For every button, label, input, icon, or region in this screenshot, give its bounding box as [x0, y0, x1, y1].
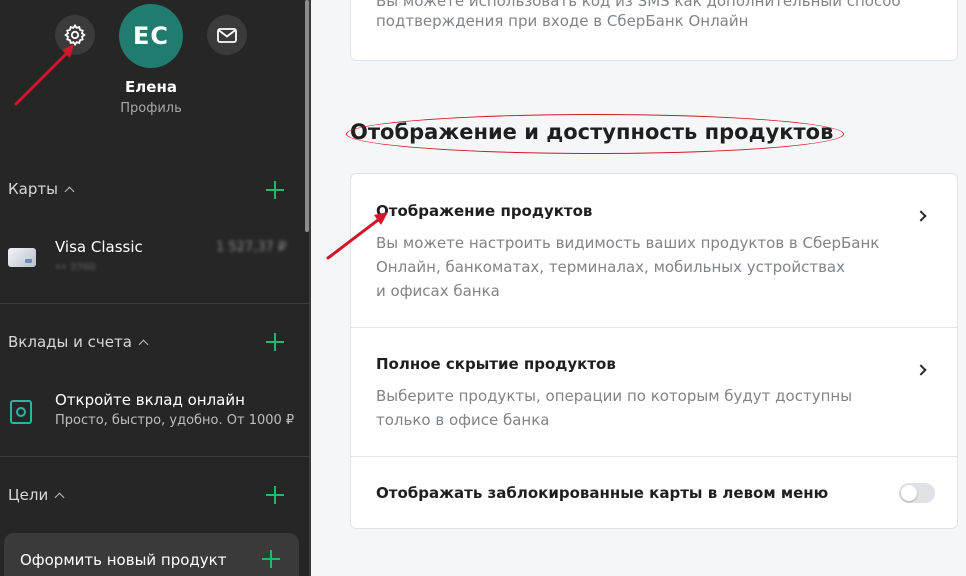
product-display-desc-line-2: Онлайн, банкоматах, терминалах, мобильны…: [376, 258, 845, 276]
sms-login-panel: Вы можете использовать код из SMS как до…: [350, 0, 958, 61]
chevron-up-icon: [54, 492, 65, 502]
blocked-cards-label: Отображать заблокированные карты в левом…: [376, 484, 829, 502]
product-display-desc-line-1: Вы можете настроить видимость ваших прод…: [376, 234, 880, 252]
goals-section-header[interactable]: Цели: [8, 486, 65, 504]
sidebar-edge: [309, 0, 311, 576]
add-card-button[interactable]: [266, 181, 284, 199]
sms-login-desc-line-2: подтверждения при входе в СберБанк Онлай…: [376, 12, 749, 30]
add-goal-button[interactable]: [266, 486, 284, 504]
card-name[interactable]: Visa Classic: [55, 238, 143, 256]
card-amount: 1 527,37 ₽: [216, 240, 287, 255]
cards-section-label: Карты: [8, 180, 58, 198]
app-root: ЕС Елена Профиль Карты Visa Classic •• 3…: [0, 0, 966, 576]
blocked-cards-toggle[interactable]: [899, 483, 935, 503]
full-hide-title: Полное скрытие продуктов: [376, 355, 616, 373]
safe-icon: [10, 400, 32, 424]
chevron-right-icon: [915, 210, 927, 222]
toggle-knob: [901, 485, 917, 501]
chevron-up-icon: [138, 339, 149, 349]
settings-button[interactable]: [55, 15, 95, 55]
avatar[interactable]: ЕС: [119, 4, 183, 68]
annotation-oval: [346, 114, 844, 154]
profile-name[interactable]: Елена: [80, 78, 222, 96]
full-hide-desc-line-1: Выберите продукты, операции по которым б…: [376, 387, 853, 405]
new-product-button[interactable]: Оформить новый продукт: [4, 533, 299, 576]
cards-section-header[interactable]: Карты: [8, 180, 75, 198]
product-display-row[interactable]: Отображение продуктов Вы можете настроит…: [351, 174, 957, 327]
chevron-right-icon: [915, 364, 927, 376]
full-hide-row[interactable]: Полное скрытие продуктов Выберите продук…: [351, 328, 957, 456]
sidebar-divider: [0, 456, 309, 457]
sidebar: ЕС Елена Профиль Карты Visa Classic •• 3…: [0, 0, 311, 576]
deposit-promo-subtitle: Просто, быстро, удобно. От 1000 ₽: [55, 413, 295, 428]
card-number: •• 3700: [55, 262, 96, 273]
add-deposit-button[interactable]: [266, 333, 284, 351]
product-display-desc-line-3: и офисах банка: [376, 282, 500, 300]
plus-icon: [262, 550, 280, 568]
avatar-initials: ЕС: [132, 22, 169, 50]
deposits-section-label: Вклады и счета: [8, 333, 132, 351]
products-panel: Отображение продуктов Вы можете настроит…: [350, 173, 958, 529]
gear-icon: [64, 23, 86, 47]
goals-section-label: Цели: [8, 486, 49, 504]
deposit-promo-title[interactable]: Откройте вклад онлайн: [55, 391, 245, 409]
card-icon: [8, 248, 36, 267]
profile-subtitle: Профиль: [120, 101, 182, 116]
chevron-up-icon: [64, 186, 75, 196]
new-product-label: Оформить новый продукт: [20, 551, 227, 569]
deposits-section-header[interactable]: Вклады и счета: [8, 333, 149, 351]
full-hide-desc-line-2: только в офисе банка: [376, 411, 550, 429]
product-display-title: Отображение продуктов: [376, 202, 593, 220]
messages-button[interactable]: [207, 15, 247, 55]
blocked-cards-row: Отображать заблокированные карты в левом…: [351, 457, 957, 529]
sidebar-divider: [0, 303, 309, 304]
envelope-icon: [217, 28, 237, 43]
